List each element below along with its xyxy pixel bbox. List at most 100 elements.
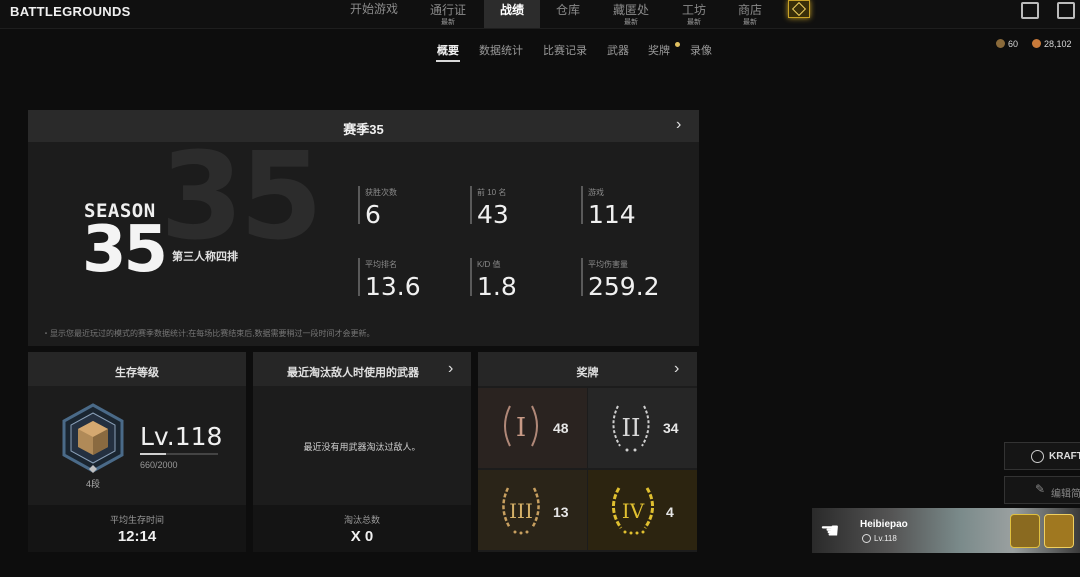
player-profile-banner[interactable]: ☚ Heibiepao Lv.118 xyxy=(812,508,1080,553)
stat-label-games: 游戏 xyxy=(588,188,604,197)
survival-level: Lv.118 xyxy=(140,422,223,451)
nav-tab-label: 藏匿处 xyxy=(612,3,649,17)
medal-numeral-4: IV xyxy=(622,499,645,523)
chevron-right-icon[interactable]: › xyxy=(674,360,679,378)
stat-value-games: 114 xyxy=(588,200,636,229)
subtab-replays[interactable]: 录像 xyxy=(690,42,712,58)
survival-xp-bar xyxy=(140,453,218,455)
nav-tab-workshop[interactable]: 工坊 最新 xyxy=(672,0,716,28)
nav-tab-play[interactable]: 开始游戏 xyxy=(340,0,408,28)
nav-tab-stats[interactable]: 战绩 xyxy=(484,0,540,28)
stat-divider xyxy=(581,186,583,224)
stat-divider xyxy=(581,258,583,296)
nav-tab-inventory[interactable]: 仓库 xyxy=(546,0,590,28)
survival-xp-text: 660/2000 xyxy=(140,460,178,470)
medal-numeral-3: III xyxy=(509,499,533,523)
season-title: 赛季35 xyxy=(343,122,384,137)
stat-label-avg-damage: 平均伤害量 xyxy=(588,260,628,269)
krafton-button[interactable]: KRAFTO xyxy=(1004,442,1080,470)
stat-divider xyxy=(470,258,472,296)
chevron-right-icon[interactable]: › xyxy=(676,116,681,134)
game-logo: BATTLEGROUNDS xyxy=(10,4,131,19)
medal-laurel-1-icon: I xyxy=(504,405,538,447)
stat-value-avg-damage: 259.2 xyxy=(588,272,660,301)
stat-label-wins: 获胜次数 xyxy=(365,188,397,197)
survival-xp-fill xyxy=(140,453,166,455)
subtab-match-history[interactable]: 比赛记录 xyxy=(543,42,587,58)
medal-laurel-4-icon: IV xyxy=(612,487,654,535)
stat-value-top10: 43 xyxy=(477,200,509,229)
currency-g-coin: 28,102 xyxy=(1032,39,1072,49)
subtab-medals[interactable]: 奖牌 xyxy=(648,42,670,58)
survival-tier-label: 4段 xyxy=(86,479,101,489)
season-stats-note: ・显示您最近玩过的模式的赛季数据统计;在每场比赛结束后,数据需要稍过一段时间才会… xyxy=(42,329,375,338)
stat-divider xyxy=(358,186,360,224)
total-kills-value: X 0 xyxy=(350,528,374,545)
subtab-statistics[interactable]: 数据统计 xyxy=(479,42,523,58)
avg-survival-time-label: 平均生存时间 xyxy=(109,515,164,525)
new-badge: 最新 xyxy=(743,19,757,26)
level-badge-icon xyxy=(862,534,871,543)
edit-profile-button[interactable]: ✎ 编辑简 xyxy=(1004,476,1080,504)
medal-count-1: 48 xyxy=(553,420,569,436)
nav-tab-label: 商店 xyxy=(737,3,762,17)
medal-count-4: 4 xyxy=(666,504,674,520)
nav-tab-label: 工坊 xyxy=(681,3,706,17)
currency-g-coin-value: 28,102 xyxy=(1044,39,1072,49)
weapon-empty-message: 最近没有用武器淘汰过敌人。 xyxy=(303,442,421,452)
g-coin-icon xyxy=(1032,39,1041,48)
medal-numeral-2: II xyxy=(622,414,641,442)
stat-value-kd: 1.8 xyxy=(477,272,517,301)
currency-bp-value: 60 xyxy=(1008,39,1019,49)
pencil-icon: ✎ xyxy=(1035,482,1046,496)
player-level: Lv.118 xyxy=(874,534,897,543)
stat-divider xyxy=(358,258,360,296)
rank-emblem-icon xyxy=(1044,514,1074,548)
stat-label-top10: 前 10 名 xyxy=(477,188,507,197)
subtab-weapons[interactable]: 武器 xyxy=(607,42,629,58)
player-name: Heibiepao xyxy=(860,519,908,530)
stat-divider xyxy=(470,186,472,224)
hand-pointer-icon: ☚ xyxy=(820,518,840,543)
stat-value-avg-rank: 13.6 xyxy=(365,272,421,301)
gift-box-icon[interactable] xyxy=(788,0,810,18)
rank-emblem-icon xyxy=(1010,514,1040,548)
nav-tab-label: 战绩 xyxy=(499,3,524,17)
survival-card-title: 生存等级 xyxy=(115,367,159,379)
calendar-icon[interactable] xyxy=(1021,2,1039,19)
chevron-right-icon[interactable]: › xyxy=(448,360,453,378)
notification-dot xyxy=(675,42,680,47)
medal-laurel-2-icon: II xyxy=(612,405,650,452)
stat-value-wins: 6 xyxy=(365,200,381,229)
stat-label-kd: K/D 值 xyxy=(477,260,501,269)
krafton-button-label: KRAFTO xyxy=(1049,451,1080,462)
currency-bp: 60 xyxy=(996,39,1018,49)
survival-tier-emblem-icon xyxy=(62,403,124,473)
nav-tab-label: 开始游戏 xyxy=(349,2,398,16)
weapon-card-title: 最近淘汰敌人时使用的武器 xyxy=(287,367,419,379)
medal-count-2: 34 xyxy=(663,420,679,436)
nav-tab-label: 通行证 xyxy=(429,3,466,17)
bp-coin-icon xyxy=(996,39,1005,48)
new-badge: 最新 xyxy=(624,19,638,26)
new-badge: 最新 xyxy=(441,19,455,26)
subtab-overview[interactable]: 概要 xyxy=(437,42,459,58)
nav-tab-stash[interactable]: 藏匿处 最新 xyxy=(604,0,658,28)
globe-icon xyxy=(1031,450,1044,463)
nav-tab-pass[interactable]: 通行证 最新 xyxy=(418,0,478,28)
avg-survival-time-value: 12:14 xyxy=(117,528,157,545)
nav-tab-label: 仓库 xyxy=(555,3,580,17)
medals-card-title: 奖牌 xyxy=(576,367,599,379)
message-icon[interactable] xyxy=(1057,2,1075,19)
season-watermark-number: 35 xyxy=(160,128,323,267)
medal-count-3: 13 xyxy=(553,504,569,520)
edit-button-label: 编辑简 xyxy=(1051,489,1080,500)
medal-numeral-1: I xyxy=(516,413,526,443)
stat-label-avg-rank: 平均排名 xyxy=(365,260,397,269)
top-nav-bar xyxy=(0,0,1080,29)
game-mode-label: 第三人称四排 xyxy=(172,251,238,263)
nav-tab-store[interactable]: 商店 最新 xyxy=(728,0,772,28)
new-badge: 最新 xyxy=(687,19,701,26)
season-badge-number: 35 xyxy=(82,213,168,287)
active-subtab-underline xyxy=(436,60,460,62)
